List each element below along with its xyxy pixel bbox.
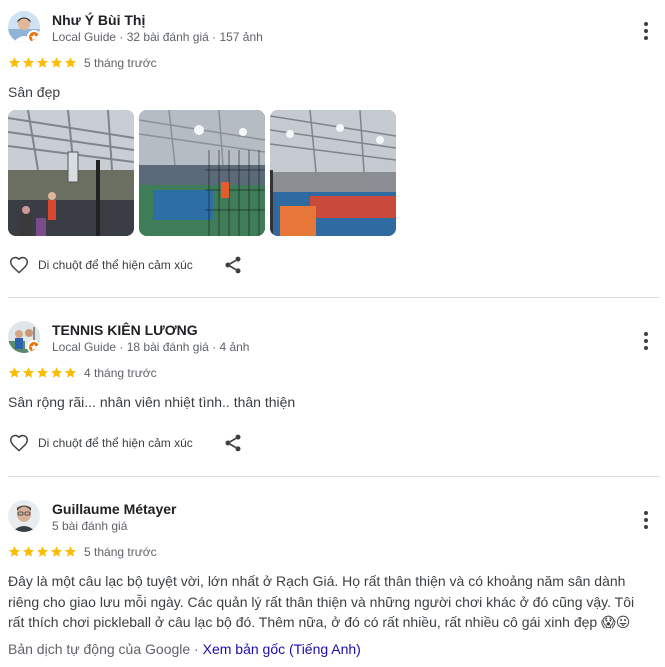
- star-icon: [22, 367, 35, 378]
- review-text: Sân đẹp: [8, 84, 61, 100]
- reaction-hint: Di chuột để thể hiện cảm xúc: [38, 436, 193, 450]
- star-icon: [36, 367, 49, 378]
- reviewer-name[interactable]: TENNIS KIÊN LƯƠNG: [52, 322, 198, 338]
- review-text: Đây là một câu lạc bộ tuyệt vời, lớn nhấ…: [8, 573, 635, 630]
- share-icon[interactable]: [223, 432, 243, 454]
- star-rating: [8, 56, 77, 69]
- star-icon: [64, 57, 77, 68]
- local-guide-badge-icon: [27, 30, 40, 43]
- rating-row: 5 tháng trước: [8, 56, 308, 70]
- review-card: TENNIS KIÊN LƯƠNG Local Guide · 18 bài đ…: [0, 321, 665, 471]
- rating-row: 5 tháng trước: [8, 545, 308, 559]
- heart-icon[interactable]: [8, 432, 30, 454]
- star-icon: [36, 57, 49, 68]
- review-card: Guillaume Métayer 5 bài đánh giá 5 tháng…: [0, 500, 665, 667]
- star-icon: [22, 546, 35, 557]
- reviewer-name[interactable]: Guillaume Métayer: [52, 501, 177, 517]
- avatar[interactable]: [8, 321, 40, 353]
- reaction-hint: Di chuột để thể hiện cảm xúc: [38, 258, 193, 272]
- avatar[interactable]: [8, 11, 40, 43]
- review-divider: [8, 297, 660, 298]
- review-time: 5 tháng trước: [84, 545, 157, 559]
- star-rating: [8, 366, 77, 379]
- star-icon: [64, 546, 77, 557]
- reviewer-name[interactable]: Như Ý Bùi Thị: [52, 12, 145, 28]
- review-time: 4 tháng trước: [84, 366, 157, 380]
- translation-note: Bản dịch tự động của Google · Xem bản gố…: [8, 641, 361, 657]
- review-header: TENNIS KIÊN LƯƠNG Local Guide · 18 bài đ…: [8, 321, 658, 355]
- star-icon: [36, 546, 49, 557]
- review-photo[interactable]: [270, 110, 396, 236]
- review-header: Guillaume Métayer 5 bài đánh giá: [8, 500, 658, 534]
- star-icon: [8, 367, 21, 378]
- reviewer-meta: 5 bài đánh giá: [52, 519, 128, 533]
- review-photos: [8, 110, 398, 236]
- more-options-icon[interactable]: [638, 508, 654, 532]
- star-icon: [50, 546, 63, 557]
- review-divider: [8, 476, 660, 477]
- translation-label: Bản dịch tự động của Google ·: [8, 641, 203, 657]
- reviewer-meta: Local Guide · 18 bài đánh giá · 4 ảnh: [52, 340, 250, 354]
- review-text: Sân rộng rãi... nhân viên nhiệt tình.. t…: [8, 394, 296, 410]
- reviewer-meta: Local Guide · 32 bài đánh giá · 157 ảnh: [52, 30, 263, 44]
- review-time: 5 tháng trước: [84, 56, 157, 70]
- star-icon: [50, 57, 63, 68]
- review-header: Như Ý Bùi Thị Local Guide · 32 bài đánh …: [8, 11, 658, 45]
- more-options-icon[interactable]: [638, 329, 654, 353]
- review-card: Như Ý Bùi Thị Local Guide · 32 bài đánh …: [0, 11, 665, 296]
- heart-icon[interactable]: [8, 254, 30, 276]
- star-icon: [50, 367, 63, 378]
- see-original-link[interactable]: Xem bản gốc (Tiếng Anh): [203, 641, 361, 657]
- star-icon: [22, 57, 35, 68]
- review-photo[interactable]: [8, 110, 134, 236]
- reaction-row: Di chuột để thể hiện cảm xúc: [8, 254, 648, 276]
- share-icon[interactable]: [223, 254, 243, 276]
- avatar[interactable]: [8, 500, 40, 532]
- star-rating: [8, 545, 77, 558]
- star-icon: [8, 546, 21, 557]
- review-photo[interactable]: [139, 110, 265, 236]
- local-guide-badge-icon: [27, 340, 40, 353]
- reaction-row: Di chuột để thể hiện cảm xúc: [8, 432, 648, 454]
- more-options-icon[interactable]: [638, 19, 654, 43]
- star-icon: [64, 367, 77, 378]
- star-icon: [8, 57, 21, 68]
- rating-row: 4 tháng trước: [8, 366, 308, 380]
